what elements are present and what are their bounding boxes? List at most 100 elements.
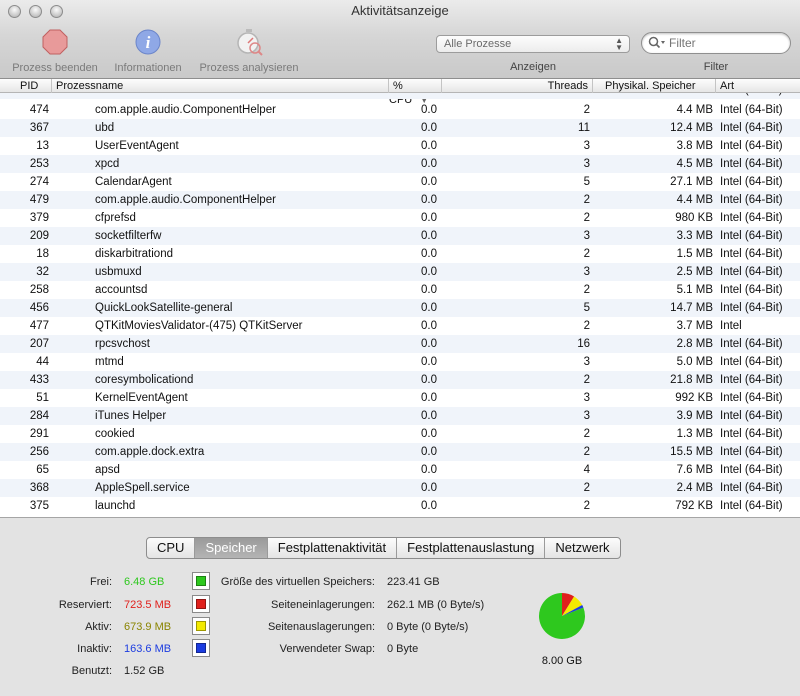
table-row[interactable]: 375 launchd 0.0 2 792 KB Intel (64-Bit) bbox=[0, 497, 800, 515]
table-row[interactable]: 291 cookied 0.0 2 1.3 MB Intel (64-Bit) bbox=[0, 425, 800, 443]
column-header-arch[interactable]: Art bbox=[716, 79, 800, 93]
table-row[interactable]: 284 iTunes Helper 0.0 3 3.9 MB Intel (64-Bit) bbox=[0, 407, 800, 425]
filter-search-field[interactable] bbox=[641, 32, 791, 54]
table-row[interactable]: 456 QuickLookSatellite-general 0.0 5 14.7 MB… bbox=[0, 299, 800, 317]
memory-cell: 980 KB bbox=[675, 212, 713, 224]
cpu-cell: 0.0 bbox=[421, 500, 437, 512]
table-row[interactable]: 18 diskarbitrationd 0.0 2 1.5 MB Intel (64-Bi… bbox=[0, 245, 800, 263]
arch-cell: Intel (64-Bit) bbox=[720, 122, 783, 134]
wired-color-swatch[interactable] bbox=[192, 595, 210, 613]
info-button[interactable]: i Informationen bbox=[107, 28, 189, 74]
table-row[interactable]: 367 ubd 0.0 11 12.4 MB Intel (64-Bit) bbox=[0, 119, 800, 137]
pid-cell: 456 bbox=[29, 302, 49, 314]
sample-process-label: Prozess analysieren bbox=[199, 62, 299, 74]
inactive-color-swatch[interactable] bbox=[192, 639, 210, 657]
column-header-pid[interactable]: PID bbox=[0, 79, 52, 93]
free-color-swatch[interactable] bbox=[192, 572, 210, 590]
tab-speicher[interactable]: Speicher bbox=[195, 538, 268, 558]
table-row[interactable]: 256 com.apple.dock.extra 0.0 2 15.5 MB Intel … bbox=[0, 443, 800, 461]
pid-cell: 209 bbox=[29, 230, 49, 242]
inactive-color-chip bbox=[196, 643, 206, 653]
vm-size-label: Größe des virtuellen Speichers: bbox=[220, 576, 375, 588]
table-row[interactable]: 477 QTKitMoviesValidator-(475) QTKitServe… bbox=[0, 317, 800, 335]
cpu-cell: 0.0 bbox=[421, 122, 437, 134]
quit-process-button[interactable]: Prozess beenden bbox=[8, 28, 102, 74]
arch-cell: Intel (64-Bit) bbox=[720, 302, 783, 314]
tab-cpu[interactable]: CPU bbox=[147, 538, 196, 558]
memory-cell: 3.3 MB bbox=[676, 230, 713, 242]
table-row[interactable]: 258 accountsd 0.0 2 5.1 MB Intel (64-Bit) bbox=[0, 281, 800, 299]
cpu-cell: 0.0 bbox=[421, 482, 437, 494]
table-row[interactable]: 253 xpcd 0.0 3 4.5 MB Intel (64-Bit) bbox=[0, 155, 800, 173]
process-name-cell: socketfilterfw bbox=[95, 230, 162, 242]
tab-festplattenaktivität[interactable]: Festplattenaktivität bbox=[268, 538, 398, 558]
table-row[interactable]: 368 AppleSpell.service 0.0 2 2.4 MB Intel (64… bbox=[0, 479, 800, 497]
select-arrows-icon: ▲ ▼ bbox=[615, 36, 623, 52]
memory-cell: 1.7 MB bbox=[600, 93, 713, 99]
table-row[interactable]: 207 rpcsvchost 0.0 16 2.8 MB Intel (64-Bit) bbox=[0, 335, 800, 353]
table-row[interactable]: 64 autofsd 0.0 2 1.7 MB Intel (64-Bit) bbox=[0, 93, 800, 99]
column-header-memory[interactable]: Physikal. Speicher bbox=[593, 79, 716, 93]
pid-cell: 477 bbox=[29, 320, 49, 332]
info-icon: i bbox=[135, 29, 161, 55]
table-row[interactable]: 209 socketfilterfw 0.0 3 3.3 MB Intel (64-Bit… bbox=[0, 227, 800, 245]
column-header-cpu[interactable]: % CPU ▼ bbox=[389, 79, 442, 106]
column-header-name[interactable]: Prozessname bbox=[52, 79, 389, 93]
table-row[interactable]: 44 mtmd 0.0 3 5.0 MB Intel (64-Bit) bbox=[0, 353, 800, 371]
cpu-cell: 0.0 bbox=[421, 248, 437, 260]
threads-cell: 16 bbox=[577, 338, 590, 350]
stopwatch-icon bbox=[237, 29, 263, 56]
process-name-cell: CalendarAgent bbox=[95, 176, 172, 188]
cpu-cell: 0.0 bbox=[421, 230, 437, 242]
filter-input[interactable] bbox=[669, 36, 784, 50]
table-row[interactable]: 32 usbmuxd 0.0 3 2.5 MB Intel (64-Bit) bbox=[0, 263, 800, 281]
table-row[interactable]: 379 cfprefsd 0.0 2 980 KB Intel (64-Bit) bbox=[0, 209, 800, 227]
memory-cell: 1.5 MB bbox=[676, 248, 713, 260]
memory-cell: 792 KB bbox=[675, 500, 713, 512]
free-color-chip bbox=[196, 576, 206, 586]
tab-netzwerk[interactable]: Netzwerk bbox=[545, 538, 619, 558]
process-table-header: PID Prozessname % CPU ▼ Threads Physikal.… bbox=[0, 79, 800, 106]
column-header-threads[interactable]: Threads bbox=[442, 79, 593, 93]
table-row[interactable]: 274 CalendarAgent 0.0 5 27.1 MB Intel (64-Bit… bbox=[0, 173, 800, 191]
process-name-cell: com.apple.dock.extra bbox=[95, 446, 205, 458]
table-row[interactable]: 474 com.apple.audio.ComponentHelper 0.0 2 4.… bbox=[0, 101, 800, 119]
process-name-cell: KernelEventAgent bbox=[95, 392, 188, 404]
table-row[interactable]: 433 coresymbolicationd 0.0 2 21.8 MB Intel (6… bbox=[0, 371, 800, 389]
table-row[interactable]: 479 com.apple.audio.ComponentHelper 0.0 2 4.… bbox=[0, 191, 800, 209]
threads-cell: 3 bbox=[583, 266, 590, 278]
process-name-cell: UserEventAgent bbox=[95, 140, 179, 152]
cpu-cell: 0.0 bbox=[421, 194, 437, 206]
active-color-swatch[interactable] bbox=[192, 617, 210, 635]
show-label: Anzeigen bbox=[510, 61, 556, 73]
cpu-cell: 0.0 bbox=[421, 428, 437, 440]
stop-sign-icon bbox=[42, 29, 68, 55]
memory-cell: 7.6 MB bbox=[676, 464, 713, 476]
table-row[interactable]: 51 KernelEventAgent 0.0 3 992 KB Intel (64-Bi… bbox=[0, 389, 800, 407]
arch-cell: Intel (64-Bit) bbox=[720, 284, 783, 296]
process-filter-select[interactable]: Alle Prozesse ▲ ▼ bbox=[436, 35, 630, 53]
pid-cell: 253 bbox=[29, 158, 49, 170]
threads-cell: 3 bbox=[583, 230, 590, 242]
wired-color-chip bbox=[196, 599, 206, 609]
threads-cell: 3 bbox=[583, 158, 590, 170]
process-name-cell: com.apple.audio.ComponentHelper bbox=[95, 194, 276, 206]
memory-cell: 2.5 MB bbox=[676, 266, 713, 278]
sample-process-button[interactable]: Prozess analysieren bbox=[194, 28, 304, 74]
page-outs-value: 0 Byte (0 Byte/s) bbox=[387, 621, 469, 633]
pid-cell: 367 bbox=[29, 122, 49, 134]
table-row[interactable]: 13 UserEventAgent 0.0 3 3.8 MB Intel (64-Bit) bbox=[0, 137, 800, 155]
process-name-cell: autofsd bbox=[95, 93, 390, 99]
arch-cell: Intel (64-Bit) bbox=[720, 248, 783, 260]
memory-cell: 27.1 MB bbox=[670, 176, 713, 188]
wired-label: Reserviert: bbox=[58, 599, 112, 611]
memory-cell: 15.5 MB bbox=[670, 446, 713, 458]
cpu-cell: 0.0 bbox=[421, 356, 437, 368]
pid-cell: 274 bbox=[29, 176, 49, 188]
pid-cell: 65 bbox=[36, 464, 49, 476]
threads-cell: 5 bbox=[583, 302, 590, 314]
arch-cell: Intel (64-Bit) bbox=[720, 212, 783, 224]
vm-size-value: 223.41 GB bbox=[387, 576, 440, 588]
table-row[interactable]: 65 apsd 0.0 4 7.6 MB Intel (64-Bit) bbox=[0, 461, 800, 479]
tab-festplattenauslastung[interactable]: Festplattenauslastung bbox=[397, 538, 546, 558]
